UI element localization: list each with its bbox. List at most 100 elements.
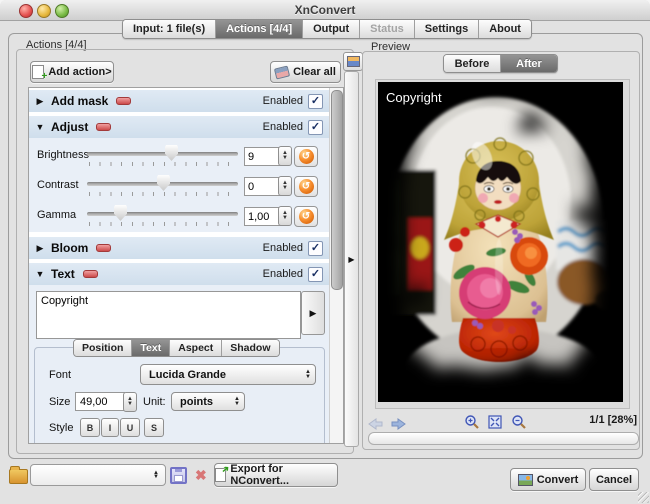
tab-about[interactable]: About xyxy=(479,20,531,38)
progress-bar xyxy=(368,432,639,445)
gamma-stepper[interactable]: ▲▼ xyxy=(278,206,292,226)
brightness-stepper[interactable]: ▲▼ xyxy=(278,146,292,166)
add-action-button[interactable]: + Add action> xyxy=(30,61,114,83)
xnconvert-window: XnConvert Input: 1 file(s) Actions [4/4]… xyxy=(0,0,650,504)
style-underline-button[interactable]: U xyxy=(120,418,140,437)
brightness-label: Brightness xyxy=(37,149,89,161)
zoom-in-icon[interactable] xyxy=(464,414,480,430)
action-name: Bloom xyxy=(51,241,88,255)
scrollbar-thumb[interactable] xyxy=(331,90,343,290)
action-list-scrollbar[interactable] xyxy=(329,88,343,443)
panel-splitter[interactable]: ▶ xyxy=(344,71,359,447)
subtab-text[interactable]: Text xyxy=(132,340,170,356)
open-preset-folder-icon[interactable] xyxy=(9,469,28,484)
contrast-slider[interactable] xyxy=(87,171,238,201)
enabled-checkbox[interactable]: ✓ xyxy=(308,241,323,256)
gamma-row: Gamma ▲▼ ↺ xyxy=(29,201,329,231)
enabled-label: Enabled xyxy=(263,121,303,133)
add-action-icon: + xyxy=(32,65,44,79)
remove-action-icon[interactable] xyxy=(116,97,131,105)
unit-select[interactable]: points ▲▼ xyxy=(171,392,245,411)
cancel-button[interactable]: Cancel xyxy=(589,468,639,491)
disclosure-open-icon[interactable]: ▼ xyxy=(29,269,51,279)
clear-all-label: Clear all xyxy=(293,66,336,78)
contrast-label: Contrast xyxy=(37,179,79,191)
remove-action-icon[interactable] xyxy=(96,244,111,252)
gamma-value-field[interactable] xyxy=(244,207,282,226)
gamma-slider[interactable] xyxy=(87,201,238,231)
convert-button[interactable]: Convert xyxy=(510,468,586,491)
font-label: Font xyxy=(49,369,71,381)
clear-all-button[interactable]: Clear all xyxy=(270,61,341,83)
subtab-position[interactable]: Position xyxy=(74,340,132,356)
cancel-label: Cancel xyxy=(596,474,632,486)
action-row-add-mask[interactable]: ▶ Add mask Enabled ✓ xyxy=(29,90,329,112)
contrast-reset-button[interactable]: ↺ xyxy=(294,176,318,197)
brightness-reset-button[interactable]: ↺ xyxy=(294,146,318,167)
action-name: Text xyxy=(51,267,75,281)
tab-input[interactable]: Input: 1 file(s) xyxy=(123,20,216,38)
save-preset-icon[interactable] xyxy=(170,467,187,484)
enabled-checkbox[interactable]: ✓ xyxy=(308,267,323,282)
gamma-label: Gamma xyxy=(37,209,76,221)
brightness-slider-thumb[interactable] xyxy=(165,145,178,161)
window-resize-grip[interactable] xyxy=(638,492,649,503)
disclosure-closed-icon[interactable]: ▶ xyxy=(29,243,51,254)
style-strike-button[interactable]: S xyxy=(144,418,164,437)
watermark-text-input[interactable]: Copyright xyxy=(36,291,301,339)
text-settings-group: Font Lucida Grande ▲▼ Size ▲▼ Unit: poin… xyxy=(34,347,325,444)
fit-to-window-icon[interactable] xyxy=(487,414,503,430)
preview-toggle-button[interactable] xyxy=(343,52,363,71)
enabled-checkbox[interactable]: ✓ xyxy=(308,94,323,109)
tab-actions[interactable]: Actions [4/4] xyxy=(216,20,303,38)
subtab-shadow[interactable]: Shadow xyxy=(222,340,278,356)
popup-arrows-icon: ▲▼ xyxy=(153,471,165,480)
remove-action-icon[interactable] xyxy=(83,270,98,278)
disclosure-closed-icon[interactable]: ▶ xyxy=(29,96,51,107)
arrow-right-icon: ▶ xyxy=(310,308,317,319)
action-list: ▶ Add mask Enabled ✓ ▼ Adjust Enabled ✓ … xyxy=(28,87,344,444)
action-row-text[interactable]: ▼ Text Enabled ✓ xyxy=(29,263,329,285)
brightness-slider[interactable] xyxy=(87,141,238,171)
disclosure-open-icon[interactable]: ▼ xyxy=(29,122,51,132)
style-italic-button[interactable]: I xyxy=(101,418,119,437)
remove-action-icon[interactable] xyxy=(96,123,111,131)
action-row-adjust[interactable]: ▼ Adjust Enabled ✓ xyxy=(29,116,329,138)
text-subtab-bar: Position Text Aspect Shadow xyxy=(73,339,280,357)
tab-settings[interactable]: Settings xyxy=(415,20,479,38)
export-nconvert-button[interactable]: ➔ Export for NConvert... xyxy=(214,463,338,487)
font-select[interactable]: Lucida Grande ▲▼ xyxy=(140,364,316,385)
style-bold-button[interactable]: B xyxy=(80,418,100,437)
popup-arrows-icon: ▲▼ xyxy=(228,397,240,406)
gamma-reset-button[interactable]: ↺ xyxy=(294,206,318,227)
contrast-stepper[interactable]: ▲▼ xyxy=(278,176,292,196)
watermark-text: Copyright xyxy=(386,90,442,105)
contrast-slider-thumb[interactable] xyxy=(157,175,170,191)
tab-after[interactable]: After xyxy=(501,55,557,72)
size-field[interactable] xyxy=(75,392,125,411)
enabled-label: Enabled xyxy=(263,242,303,254)
add-action-label: Add action> xyxy=(48,66,111,78)
text-section-body: Copyright ▶ Position Text Aspect Shadow … xyxy=(29,285,329,443)
tab-before[interactable]: Before xyxy=(444,55,501,72)
subtab-aspect[interactable]: Aspect xyxy=(170,340,222,356)
size-stepper[interactable]: ▲▼ xyxy=(123,392,137,412)
brightness-value-field[interactable] xyxy=(244,147,282,166)
tab-output[interactable]: Output xyxy=(303,20,360,38)
next-image-icon[interactable] xyxy=(391,417,407,431)
delete-preset-icon[interactable]: ✖ xyxy=(195,467,207,484)
enabled-checkbox[interactable]: ✓ xyxy=(308,120,323,135)
gamma-slider-thumb[interactable] xyxy=(114,205,127,221)
contrast-value-field[interactable] xyxy=(244,177,282,196)
action-name: Add mask xyxy=(51,94,108,108)
unit-label: Unit: xyxy=(143,396,166,408)
unit-value: points xyxy=(180,396,213,408)
popup-arrows-icon: ▲▼ xyxy=(299,370,311,379)
action-row-bloom[interactable]: ▶ Bloom Enabled ✓ xyxy=(29,237,329,259)
reset-icon: ↺ xyxy=(299,149,314,164)
preset-select[interactable]: ▲▼ xyxy=(30,464,166,486)
export-icon: ➔ xyxy=(215,468,226,482)
brightness-row: Brightness ▲▼ ↺ xyxy=(29,141,329,171)
text-variables-button[interactable]: ▶ xyxy=(301,291,325,335)
zoom-out-icon[interactable] xyxy=(511,414,527,430)
